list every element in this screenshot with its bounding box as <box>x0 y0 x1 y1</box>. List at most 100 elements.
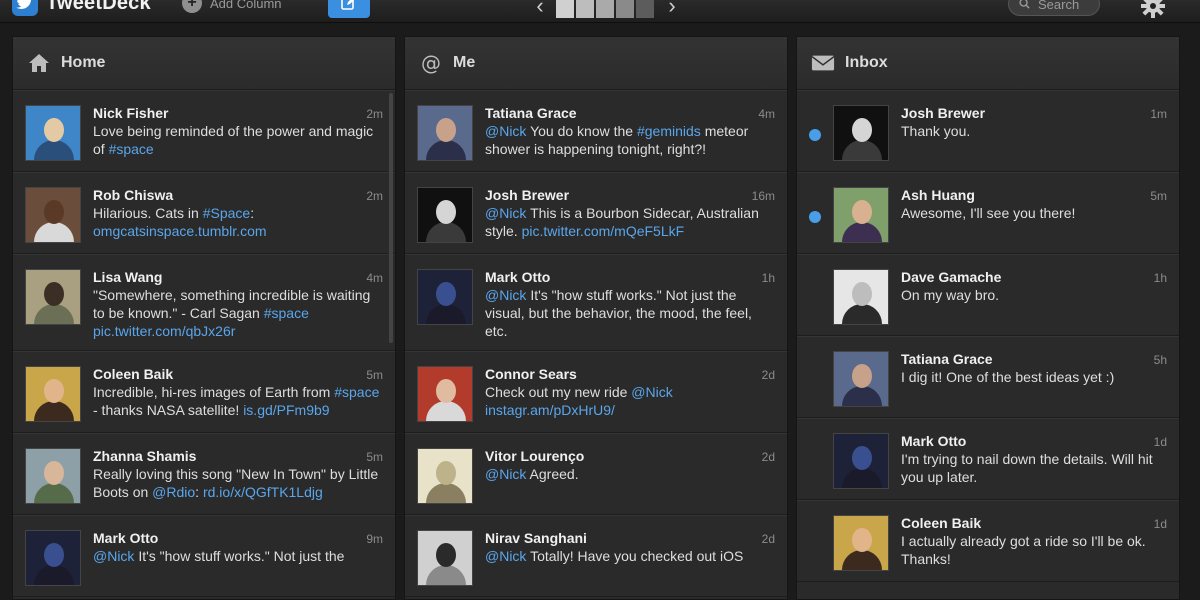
author-name[interactable]: Josh Brewer <box>901 105 985 121</box>
avatar[interactable] <box>417 448 473 504</box>
tweet-item[interactable]: Vitor Lourenço 2d @Nick Agreed. <box>405 433 787 515</box>
avatar[interactable] <box>417 269 473 325</box>
item-content: Zhanna Shamis 5m Really loving this song "… <box>93 448 383 504</box>
inline-link[interactable]: #space <box>109 141 154 157</box>
item-header: Mark Otto 1d <box>901 433 1167 449</box>
item-header: Nick Fisher 2m <box>93 105 383 121</box>
avatar[interactable] <box>25 187 81 243</box>
author-name[interactable]: Vitor Lourenço <box>485 448 584 464</box>
timestamp: 4m <box>758 107 775 121</box>
tweet-item[interactable]: Coleen Baik 5m Incredible, hi-res images o… <box>13 351 395 433</box>
pager-dot[interactable] <box>636 0 654 18</box>
item-content: Coleen Baik 5m Incredible, hi-res images o… <box>93 366 383 422</box>
tweet-item[interactable]: Mark Otto 1h @Nick It's "how stuff works."… <box>405 254 787 351</box>
inline-link[interactable]: instagr.am/pDxHrU9/ <box>485 402 615 418</box>
avatar-body-shape <box>842 222 882 242</box>
inline-link[interactable]: #Space <box>203 205 250 221</box>
avatar[interactable] <box>417 187 473 243</box>
pager-next-button[interactable]: › <box>662 0 682 17</box>
column-title: Inbox <box>845 54 888 71</box>
author-name[interactable]: Tatiana Grace <box>901 351 993 367</box>
pager-dot[interactable] <box>576 0 594 18</box>
inline-link[interactable]: rd.io/x/QGfTK1Ldjg <box>203 484 323 500</box>
inline-link[interactable]: @Nick <box>93 548 134 564</box>
text-run: It's "how stuff works." Not just the <box>134 548 345 564</box>
avatar[interactable] <box>25 530 81 586</box>
author-name[interactable]: Mark Otto <box>485 269 550 285</box>
item-text: I'm trying to nail down the details. Wil… <box>901 450 1167 486</box>
tweet-item[interactable]: Connor Sears 2d Check out my new ride @Nic… <box>405 351 787 433</box>
scrollbar[interactable] <box>389 93 393 343</box>
author-name[interactable]: Coleen Baik <box>901 515 981 531</box>
add-column-button[interactable]: + Add Column <box>182 0 282 13</box>
author-name[interactable]: Coleen Baik <box>93 366 173 382</box>
avatar[interactable] <box>417 366 473 422</box>
avatar[interactable] <box>25 269 81 325</box>
message-item[interactable]: Josh Brewer 1m Thank you. <box>797 90 1179 172</box>
inline-link[interactable]: @Nick <box>485 123 526 139</box>
tweet-item[interactable]: Lisa Wang 4m "Somewhere, something incredi… <box>13 254 395 351</box>
avatar[interactable] <box>25 105 81 161</box>
column-me: @ Me Tatiana Grace 4m @Nick You do know th… <box>404 36 788 600</box>
inline-link[interactable]: #space <box>334 384 379 400</box>
avatar[interactable] <box>833 433 889 489</box>
message-item[interactable]: Tatiana Grace 5h I dig it! One of the best… <box>797 336 1179 418</box>
settings-button[interactable] <box>1140 0 1166 19</box>
author-name[interactable]: Connor Sears <box>485 366 577 382</box>
inline-link[interactable]: @Rdio <box>152 484 195 500</box>
item-content: Rob Chiswa 2m Hilarious. Cats in #Space: o… <box>93 187 383 243</box>
tweet-item[interactable]: Nick Fisher 2m Love being reminded of the … <box>13 90 395 172</box>
message-item[interactable]: Ash Huang 5m Awesome, I'll see you there! <box>797 172 1179 254</box>
author-name[interactable]: Josh Brewer <box>485 187 569 203</box>
author-name[interactable]: Mark Otto <box>901 433 966 449</box>
search-input[interactable]: Search <box>1008 0 1100 16</box>
author-name[interactable]: Lisa Wang <box>93 269 163 285</box>
avatar[interactable] <box>25 366 81 422</box>
author-name[interactable]: Tatiana Grace <box>485 105 577 121</box>
inline-link[interactable]: #geminids <box>637 123 701 139</box>
tweet-item[interactable]: Mark Otto 9m @Nick It's "how stuff works."… <box>13 515 395 597</box>
avatar[interactable] <box>833 269 889 325</box>
pager-dot[interactable] <box>596 0 614 18</box>
inline-link[interactable]: @Nick <box>631 384 672 400</box>
author-name[interactable]: Nick Fisher <box>93 105 168 121</box>
avatar[interactable] <box>833 351 889 407</box>
tweet-item[interactable]: Tatiana Grace 4m @Nick You do know the #ge… <box>405 90 787 172</box>
pager-dot[interactable] <box>556 0 574 18</box>
message-item[interactable]: Dave Gamache 1h On my way bro. <box>797 254 1179 336</box>
add-column-label: Add Column <box>210 0 282 11</box>
item-text: Check out my new ride @Nick instagr.am/p… <box>485 383 775 419</box>
inline-link[interactable]: omgcatsinspace.tumblr.com <box>93 223 267 239</box>
inline-link[interactable]: @Nick <box>485 548 526 564</box>
avatar-body-shape <box>426 304 466 324</box>
author-name[interactable]: Rob Chiswa <box>93 187 173 203</box>
author-name[interactable]: Mark Otto <box>93 530 158 546</box>
author-name[interactable]: Dave Gamache <box>901 269 1001 285</box>
avatar[interactable] <box>833 187 889 243</box>
avatar-head-shape <box>852 118 872 142</box>
author-name[interactable]: Nirav Sanghani <box>485 530 587 546</box>
inline-link[interactable]: pic.twitter.com/qbJx26r <box>93 323 235 339</box>
avatar[interactable] <box>25 448 81 504</box>
message-item[interactable]: Mark Otto 1d I'm trying to nail down the d… <box>797 418 1179 500</box>
message-item[interactable]: Coleen Baik 1d I actually already got a ri… <box>797 500 1179 582</box>
tweet-item[interactable]: Zhanna Shamis 5m Really loving this song "… <box>13 433 395 515</box>
avatar[interactable] <box>833 105 889 161</box>
tweet-item[interactable]: Nirav Sanghani 2d @Nick Totally! Have you … <box>405 515 787 597</box>
inline-link[interactable]: #space <box>264 305 309 321</box>
inline-link[interactable]: @Nick <box>485 466 526 482</box>
inline-link[interactable]: is.gd/PFm9b9 <box>243 402 329 418</box>
tweet-item[interactable]: Josh Brewer 16m @Nick This is a Bourbon Si… <box>405 172 787 254</box>
pager-prev-button[interactable]: ‹ <box>530 0 550 17</box>
avatar[interactable] <box>417 530 473 586</box>
inline-link[interactable]: @Nick <box>485 287 526 303</box>
avatar[interactable] <box>833 515 889 571</box>
tweet-item[interactable]: Rob Chiswa 2m Hilarious. Cats in #Space: o… <box>13 172 395 254</box>
pager-dot[interactable] <box>616 0 634 18</box>
author-name[interactable]: Zhanna Shamis <box>93 448 196 464</box>
compose-button[interactable] <box>328 0 370 18</box>
avatar[interactable] <box>417 105 473 161</box>
author-name[interactable]: Ash Huang <box>901 187 975 203</box>
inline-link[interactable]: @Nick <box>485 205 526 221</box>
inline-link[interactable]: pic.twitter.com/mQeF5LkF <box>522 223 685 239</box>
